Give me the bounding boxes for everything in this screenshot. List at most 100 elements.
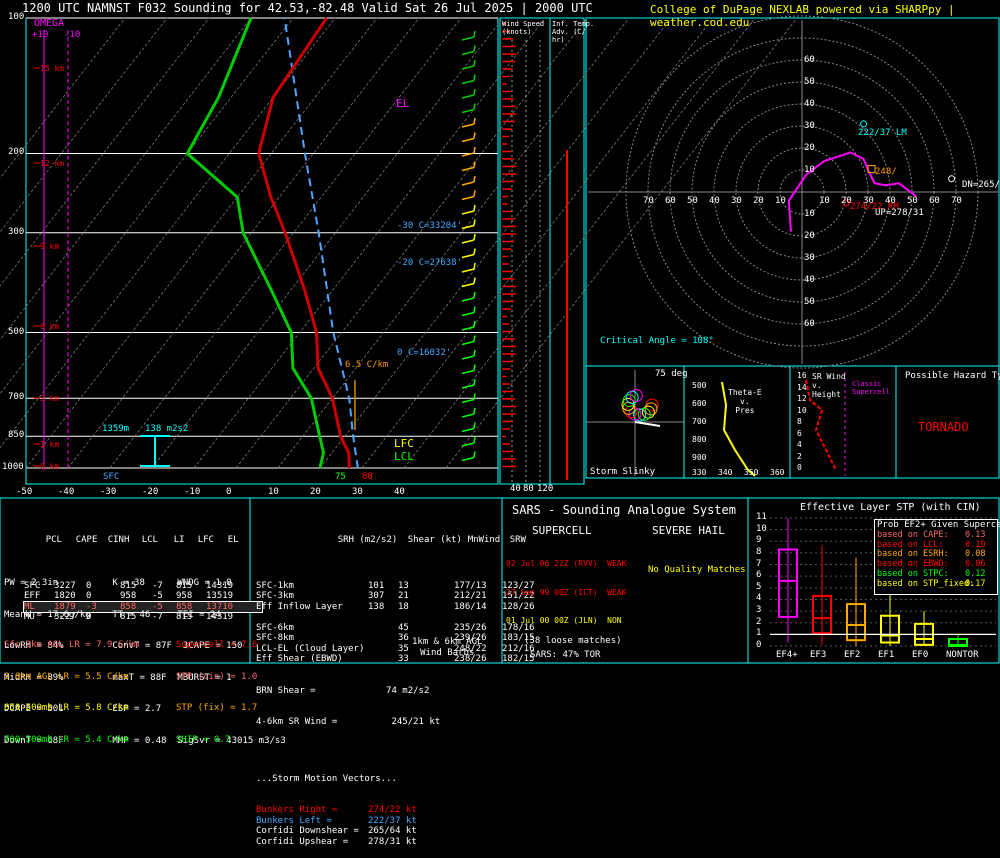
wind-barb xyxy=(461,456,475,462)
freezing-30-label: -30 C=33204' xyxy=(397,221,463,231)
wind-barb xyxy=(461,195,475,201)
kh-srh: SRH (m2/s2) xyxy=(337,534,398,545)
hodo-x-tick: 60 xyxy=(929,196,940,206)
temp-tick: 20 xyxy=(310,487,321,497)
kin-cell: 101 xyxy=(368,580,385,591)
thetae-x-tick: 330 xyxy=(692,468,707,477)
kin-cell: 177/13 xyxy=(454,580,487,591)
inflow-base-label: 1359m xyxy=(102,424,130,434)
prob-cell: 0.17 xyxy=(965,578,986,589)
kin-cell: 13 xyxy=(398,580,409,591)
el-label: EL xyxy=(396,97,410,110)
vector-row: Bunkers Right = 274/22 kt xyxy=(256,805,540,816)
kin-row: SFC-6km 45 235/26 178/16 xyxy=(256,623,540,634)
hodo-x-tick: 30 xyxy=(731,196,742,206)
hodo-lm-marker xyxy=(860,120,868,128)
wind-barb xyxy=(461,398,475,404)
hodo-x-tick: 70 xyxy=(643,196,654,206)
slinky-deg: 75 deg xyxy=(655,369,688,379)
vector-cell: Bunkers Right = xyxy=(256,805,338,815)
hodo-y-tick: 30 xyxy=(804,121,815,131)
composite-row: STP (fix) = 1.7 xyxy=(176,703,258,713)
kin-cell: 45 xyxy=(398,622,409,633)
thetae-y-tick: 500 xyxy=(692,381,707,390)
barbs-note: 1km & 6km AGL Wind Barbs xyxy=(412,637,483,658)
hodo-critical-angle: Critical Angle = 108° xyxy=(600,336,714,346)
hodo-y-tick: 40 xyxy=(804,99,815,109)
lfc-label: LFC xyxy=(394,437,414,450)
wind-barb-flag xyxy=(473,291,476,299)
wind-barb xyxy=(461,94,475,99)
thetae-y-tick: 900 xyxy=(692,453,707,462)
isotherm-line xyxy=(0,17,210,287)
sars-hail-note: No Quality Matches xyxy=(648,565,746,575)
stp-category: EF0 xyxy=(912,650,929,660)
composite-row: SHIP = 0.7 xyxy=(176,734,231,745)
stp-y-tick: 3 xyxy=(756,605,762,616)
stp-y-tick: 7 xyxy=(756,558,762,569)
hodo-dn-label: DN=265/ xyxy=(962,180,1000,190)
skewt-grid xyxy=(0,17,798,470)
wind-barb-flag xyxy=(473,320,476,328)
stp-category: EF4+ xyxy=(776,650,798,660)
th-cinh: CINH xyxy=(107,534,130,545)
kin-cell: SFC-6km xyxy=(256,622,294,633)
vector-cell: 274/22 kt xyxy=(368,805,417,815)
wind-barb-flag xyxy=(473,45,476,52)
kin-cell: 307 xyxy=(368,591,385,601)
kin-head-row: SRH (m2/s2) Shear (kt) MnWind SRW xyxy=(256,524,540,545)
wind-barb-flag xyxy=(473,74,476,81)
wind-speed-panel xyxy=(502,23,568,482)
sfc-dew-label: 75 xyxy=(335,472,346,482)
stp-y-tick: 8 xyxy=(756,546,762,557)
isotherm-line xyxy=(151,17,504,469)
wind-barb-flag xyxy=(473,422,476,429)
wind-barb xyxy=(461,311,475,317)
thetae-title: Theta-E v. Pres xyxy=(728,388,762,415)
thetae-y-tick: 800 xyxy=(692,435,707,444)
wind-barb xyxy=(461,253,475,259)
wind-barb xyxy=(461,79,475,85)
param-row: PW = 2.3in K = 38 WNDG = 1.0 xyxy=(4,578,232,588)
hodograph xyxy=(588,15,998,369)
wind-barb xyxy=(461,36,475,41)
vector-row: Corfidi Downshear = 265/64 kt xyxy=(256,826,540,837)
hodo-y-tick: 60 xyxy=(804,319,815,329)
inflow-srh-label: 138 m2s2 xyxy=(145,424,189,434)
stp-y-tick: 2 xyxy=(756,616,762,627)
composite-row: Supercell = 7.6 xyxy=(176,640,258,650)
wind-barb xyxy=(461,427,475,433)
wind-barb xyxy=(461,442,475,447)
vector-cell: Bunkers Left = xyxy=(256,815,332,826)
wind-barb xyxy=(461,181,475,186)
vector-row: Corfidi Upshear = 278/31 kt xyxy=(256,837,540,848)
th-cape: CAPE xyxy=(75,534,98,545)
wind-barb xyxy=(461,282,475,288)
composites: Supercell = 7.6 STP (cin) = 1.0 STP (fix… xyxy=(176,619,257,756)
temperature-line xyxy=(257,17,351,469)
wind-barb xyxy=(461,239,475,244)
wind-barb xyxy=(461,369,475,375)
sars-tor: SARS: 47% TOR xyxy=(530,650,601,660)
freezing-20-label: -20 C=27638' xyxy=(397,258,463,268)
srwind-y-tick: 2 xyxy=(797,451,802,461)
kin-cell: SFC-8km xyxy=(256,633,294,643)
omega-tick-neg: -10 xyxy=(64,30,81,40)
wind-barb xyxy=(461,50,475,56)
sars-match: 02 Jul 06 22Z (RVV) WEAK xyxy=(506,559,627,568)
height-tick: 0 km xyxy=(40,462,60,471)
hodo-up-label: UP=278/31 xyxy=(875,208,924,218)
wind-barb-flag xyxy=(473,335,476,342)
stp-y-tick: 9 xyxy=(756,535,762,546)
pressure-tick: 300 xyxy=(8,226,25,237)
wind-barb-flag xyxy=(473,407,476,415)
wind-barb-flag xyxy=(473,248,476,255)
wind-barb-flag xyxy=(473,233,476,241)
hodo-mw-label: 248/ xyxy=(875,167,897,177)
pressure-tick: 100 xyxy=(8,12,25,22)
hodo-y-tick: 50 xyxy=(804,77,815,87)
kin-row: SFC-1km 101 13 177/13 123/27 xyxy=(256,581,540,592)
kin-cell: LCL-EL (Cloud Layer) xyxy=(256,643,365,654)
slinky-vector xyxy=(634,421,661,427)
wind-barb xyxy=(461,384,475,389)
